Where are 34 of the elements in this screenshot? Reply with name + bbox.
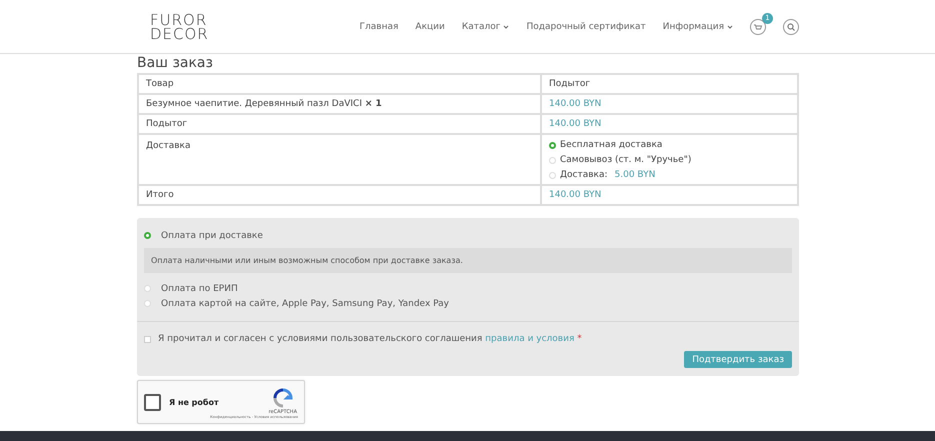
- table-cell: Подытог: [138, 114, 541, 134]
- page-heading: Ваш заказ: [137, 55, 214, 71]
- nav-link[interactable]: Каталог: [462, 22, 510, 32]
- payment-option[interactable]: Оплата по ЕРИП: [144, 281, 792, 296]
- price-cell: 140.00 BYN: [541, 94, 798, 114]
- price-cell: 140.00 BYN: [541, 185, 798, 205]
- nav-link[interactable]: Главная: [360, 22, 398, 32]
- captcha-label: Я не робот: [169, 398, 219, 406]
- nav-link[interactable]: Акции: [415, 22, 445, 32]
- payment-description: Оплата наличными или иным возможным способом при доставке заказа.: [144, 248, 792, 273]
- table-cell: Доставка: [138, 134, 541, 185]
- nav-link[interactable]: Подарочный сертификат: [526, 22, 646, 32]
- column-header: Товар: [138, 74, 541, 94]
- cart-icon: [753, 22, 763, 30]
- search-icon: [787, 22, 795, 30]
- price-cell: 140.00 BYN: [541, 114, 798, 134]
- table-cell: Итого: [138, 185, 541, 205]
- recaptcha-logo-icon: [272, 388, 293, 408]
- cart-button[interactable]: [750, 18, 766, 34]
- nav-link[interactable]: Информация: [662, 22, 733, 32]
- logo[interactable]: FUROR DECOR: [150, 12, 209, 40]
- radio-button[interactable]: [144, 232, 151, 239]
- table-cell: Безумное чаепитие. Деревянный пазл DaVICI × 1: [138, 94, 541, 114]
- shipping-option[interactable]: Доставка: 5.00 BYN: [549, 170, 790, 180]
- payment-option[interactable]: Оплата картой на сайте, Apple Pay, Samsung Pay, Yandex Pay: [144, 296, 792, 311]
- terms-text: Я прочитал и согласен с условиями пользовательского соглашения правила и условия *: [158, 334, 582, 344]
- shipping-option[interactable]: Бесплатная доставка: [549, 140, 790, 150]
- payment-option[interactable]: Оплата при доставке: [144, 228, 792, 243]
- shipping-option[interactable]: Самовывоз (ст. м. "Уручье"): [549, 155, 790, 165]
- captcha-checkbox[interactable]: [144, 394, 161, 410]
- column-header: Подытог: [541, 74, 798, 94]
- checkbox[interactable]: [144, 336, 151, 342]
- radio-button[interactable]: [549, 142, 556, 148]
- search-button[interactable]: [783, 18, 799, 34]
